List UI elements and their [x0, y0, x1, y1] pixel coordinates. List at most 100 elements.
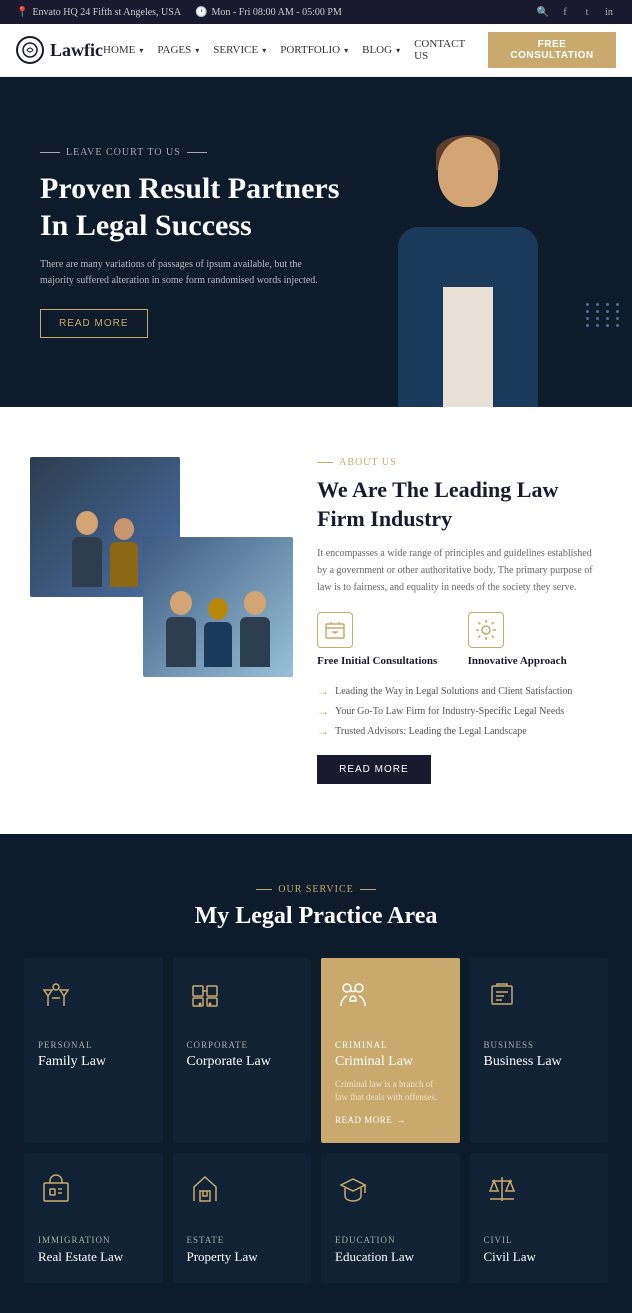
immigration-name: Real Estate Law — [38, 1249, 149, 1265]
education-category: EDUCATION — [335, 1235, 446, 1245]
immigration-icon — [38, 1171, 74, 1207]
person-body — [398, 227, 538, 407]
criminal-law-name: Criminal Law — [335, 1054, 446, 1070]
facebook-icon[interactable]: f — [558, 5, 572, 19]
address-text: 📍 Envato HQ 24 Fifth st Angeles, USA — [16, 7, 181, 18]
services-tag-line-right — [360, 889, 376, 890]
services-tag-line-left — [256, 889, 272, 890]
figure-4 — [204, 598, 232, 667]
civil-name: Civil Law — [484, 1249, 595, 1265]
figure-3 — [166, 591, 196, 667]
about-bullets: → Leading the Way in Legal Solutions and… — [317, 684, 602, 739]
bullet-arrow-1: → — [317, 684, 329, 699]
nav-contact[interactable]: CONTACT US — [414, 38, 474, 62]
nav-pages[interactable]: PAGES ▾ — [157, 44, 199, 56]
criminal-law-category: CRIMINAL — [335, 1040, 446, 1050]
service-card-education[interactable]: EDUCATION Education Law — [321, 1153, 460, 1283]
hero-content: LEAVE COURT TO US Proven Result Partners… — [40, 147, 349, 338]
about-image-2 — [143, 537, 293, 677]
services-grid-row2: IMMIGRATION Real Estate Law ESTATE Prope… — [24, 1153, 608, 1283]
family-law-category: PERSONAL — [38, 1040, 149, 1050]
location-icon: 📍 — [16, 7, 28, 18]
free-consultation-button[interactable]: FREE CONSULTATION — [488, 32, 616, 68]
nav-blog[interactable]: BLOG ▾ — [362, 44, 400, 56]
about-content: ABOUT US We Are The Leading Law Firm Ind… — [317, 457, 602, 784]
bullet-1: → Leading the Way in Legal Solutions and… — [317, 684, 602, 699]
nav-portfolio[interactable]: PORTFOLIO ▾ — [280, 44, 348, 56]
figure-1 — [72, 511, 102, 587]
hero-section: LEAVE COURT TO US Proven Result Partners… — [0, 77, 632, 407]
family-law-icon — [38, 976, 74, 1012]
hero-title: Proven Result Partners In Legal Success — [40, 170, 349, 245]
logo-icon — [16, 36, 44, 64]
civil-category: CIVIL — [484, 1235, 595, 1245]
twitter-icon[interactable]: t — [580, 5, 594, 19]
feature-approach: Innovative Approach — [468, 612, 602, 669]
search-icon[interactable]: 🔍 — [536, 5, 550, 19]
service-card-criminal-law[interactable]: CRIMINAL Criminal Law Criminal law is a … — [321, 958, 460, 1143]
bullet-arrow-3: → — [317, 724, 329, 739]
criminal-law-icon — [335, 976, 371, 1012]
service-card-corporate-law[interactable]: CORPORATE Corporate Law — [173, 958, 312, 1143]
nav-service[interactable]: SERVICE ▾ — [213, 44, 266, 56]
logo-text: Lawfic — [50, 40, 103, 61]
hero-read-more-button[interactable]: READ MORE — [40, 309, 148, 338]
services-grid-row1: PERSONAL Family Law CORPORATE Corporate … — [24, 958, 608, 1143]
corporate-law-icon — [187, 976, 223, 1012]
person-shirt — [443, 287, 493, 407]
instagram-icon[interactable]: in — [602, 5, 616, 19]
approach-icon — [468, 612, 504, 648]
hero-image — [303, 77, 632, 407]
services-section: OUR SERVICE My Legal Practice Area PERSO… — [0, 834, 632, 1313]
figure-2 — [110, 518, 138, 587]
top-bar-right: 🔍 f t in — [536, 5, 616, 19]
bullet-3: → Trusted Advisors: Leading the Legal La… — [317, 724, 602, 739]
nav-home[interactable]: HOME ▾ — [103, 44, 143, 56]
about-tag: ABOUT US — [317, 457, 602, 468]
estate-icon — [187, 1171, 223, 1207]
top-bar-left: 📍 Envato HQ 24 Fifth st Angeles, USA 🕐 M… — [16, 7, 342, 18]
hero-person-silhouette — [368, 117, 568, 407]
consultations-icon — [317, 612, 353, 648]
criminal-law-desc: Criminal law is a branch of law that dea… — [335, 1078, 446, 1105]
about-images — [30, 457, 293, 677]
dots-decoration — [586, 303, 622, 327]
criminal-law-read-more[interactable]: READ MORE → — [335, 1115, 446, 1125]
business-law-category: BUSINESS — [484, 1040, 595, 1050]
approach-label: Innovative Approach — [468, 654, 602, 669]
figure-5 — [240, 591, 270, 667]
services-tag: OUR SERVICE — [24, 884, 608, 895]
logo[interactable]: Lawfic — [16, 36, 103, 64]
hero-tag: LEAVE COURT TO US — [40, 147, 349, 158]
education-icon — [335, 1171, 371, 1207]
read-more-arrow: → — [396, 1115, 406, 1125]
about-tag-line — [317, 462, 333, 463]
about-read-more-button[interactable]: READ MORE — [317, 755, 431, 784]
hours-text: 🕐 Mon - Fri 08:00 AM - 05:00 PM — [195, 7, 342, 18]
service-card-family-law[interactable]: PERSONAL Family Law — [24, 958, 163, 1143]
navbar: Lawfic HOME ▾ PAGES ▾ SERVICE ▾ PORTFOLI… — [0, 24, 632, 77]
service-card-immigration[interactable]: IMMIGRATION Real Estate Law — [24, 1153, 163, 1283]
immigration-category: IMMIGRATION — [38, 1235, 149, 1245]
service-card-civil[interactable]: CIVIL Civil Law — [470, 1153, 609, 1283]
hero-tag-line-right — [187, 152, 207, 153]
hero-tag-line-left — [40, 152, 60, 153]
feature-consultations: Free Initial Consultations — [317, 612, 451, 669]
business-law-icon — [484, 976, 520, 1012]
corporate-law-category: CORPORATE — [187, 1040, 298, 1050]
business-law-name: Business Law — [484, 1054, 595, 1070]
family-law-name: Family Law — [38, 1054, 149, 1070]
about-title: We Are The Leading Law Firm Industry — [317, 476, 602, 533]
top-bar: 📍 Envato HQ 24 Fifth st Angeles, USA 🕐 M… — [0, 0, 632, 24]
nav-links: HOME ▾ PAGES ▾ SERVICE ▾ PORTFOLIO ▾ BLO… — [103, 32, 616, 68]
bullet-arrow-2: → — [317, 704, 329, 719]
civil-icon — [484, 1171, 520, 1207]
corporate-law-name: Corporate Law — [187, 1054, 298, 1070]
service-card-estate[interactable]: ESTATE Property Law — [173, 1153, 312, 1283]
about-description: It encompasses a wide range of principle… — [317, 545, 602, 596]
hero-description: There are many variations of passages of… — [40, 257, 320, 289]
education-name: Education Law — [335, 1249, 446, 1265]
service-card-business-law[interactable]: BUSINESS Business Law — [470, 958, 609, 1143]
clock-icon: 🕐 — [195, 7, 207, 18]
services-title: My Legal Practice Area — [24, 903, 608, 930]
